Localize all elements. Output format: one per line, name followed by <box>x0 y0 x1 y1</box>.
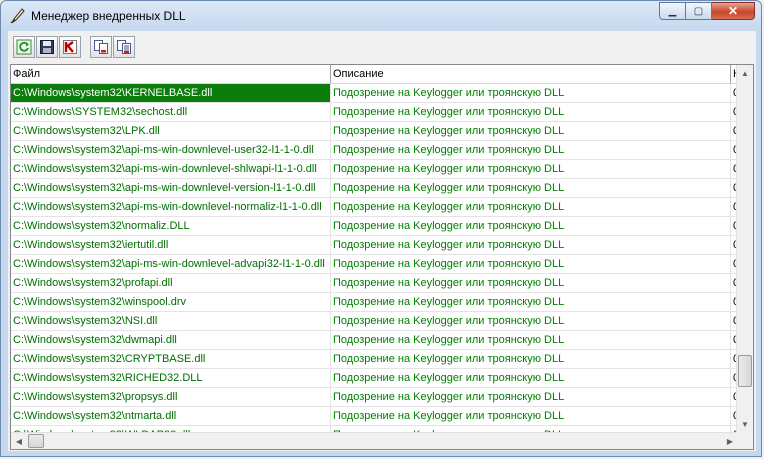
file-cell: C:\Windows\system32\RICHED32.DLL <box>11 369 331 387</box>
file-cell: C:\Windows\system32\iertutil.dll <box>11 236 331 254</box>
list-header: Файл Описание Н <box>11 65 738 84</box>
refresh-button[interactable] <box>13 36 35 58</box>
table-row[interactable]: C:\Windows\system32\api-ms-win-downlevel… <box>11 179 738 198</box>
file-cell: C:\Windows\system32\api-ms-win-downlevel… <box>11 198 331 216</box>
table-row[interactable]: C:\Windows\system32\LPK.dll Подозрение на… <box>11 122 738 141</box>
scroll-down-icon: ▼ <box>741 420 749 429</box>
horizontal-scroll-thumb[interactable] <box>28 434 44 448</box>
table-row[interactable]: C:\Windows\system32\api-ms-win-downlevel… <box>11 141 738 160</box>
table-row[interactable]: C:\Windows\system32\KERNELBASE.dll Подозр… <box>11 84 738 103</box>
maximize-button[interactable]: ▢ <box>686 2 712 20</box>
table-row[interactable]: C:\Windows\system32\CRYPTBASE.dll Подозре… <box>11 350 738 369</box>
table-row[interactable]: C:\Windows\system32\iertutil.dll Подозрен… <box>11 236 738 255</box>
file-cell: C:\Windows\system32\normaliz.DLL <box>11 217 331 235</box>
file-cell: C:\Windows\system32\api-ms-win-downlevel… <box>11 255 331 273</box>
description-cell: Подозрение на Keylogger или троянскую DL… <box>331 255 731 273</box>
table-row[interactable]: C:\Windows\system32\api-ms-win-downlevel… <box>11 255 738 274</box>
scroll-up-icon: ▲ <box>741 69 749 78</box>
save-button[interactable] <box>36 36 58 58</box>
description-cell: Подозрение на Keylogger или троянскую DL… <box>331 388 731 406</box>
scroll-up-button[interactable]: ▲ <box>737 65 753 82</box>
file-cell: C:\Windows\system32\NSI.dll <box>11 312 331 330</box>
description-cell: Подозрение на Keylogger или троянскую DL… <box>331 198 731 216</box>
kaspersky-icon <box>63 40 77 54</box>
file-cell: C:\Windows\system32\api-ms-win-downlevel… <box>11 141 331 159</box>
table-row[interactable]: C:\Windows\SYSTEM32\sechost.dll Подозрени… <box>11 103 738 122</box>
window-title: Менеджер внедренных DLL <box>31 9 186 23</box>
description-cell: Подозрение на Keylogger или троянскую DL… <box>331 274 731 292</box>
description-cell: Подозрение на Keylogger или троянскую DL… <box>331 217 731 235</box>
vertical-scroll-thumb[interactable] <box>738 355 752 387</box>
file-cell: C:\Windows\system32\winspool.drv <box>11 293 331 311</box>
file-cell: C:\Windows\system32\dwmapi.dll <box>11 331 331 349</box>
scroll-down-button[interactable]: ▼ <box>737 416 753 433</box>
table-row[interactable]: C:\Windows\system32\dwmapi.dll Подозрение… <box>11 331 738 350</box>
copy-all-icon <box>117 40 131 54</box>
horizontal-scrollbar[interactable]: ◀ ▶ <box>11 432 738 449</box>
dll-list[interactable]: Файл Описание Н C:\Windows\system32\KERN… <box>10 64 754 450</box>
client-area: Файл Описание Н C:\Windows\system32\KERN… <box>8 31 756 451</box>
table-row[interactable]: C:\Windows\system32\NSI.dll Подозрение на… <box>11 312 738 331</box>
close-icon: ✕ <box>727 4 739 18</box>
copy-all-button[interactable] <box>113 36 135 58</box>
description-cell: Подозрение на Keylogger или троянскую DL… <box>331 160 731 178</box>
list-rows: C:\Windows\system32\KERNELBASE.dll Подозр… <box>11 84 738 445</box>
description-cell: Подозрение на Keylogger или троянскую DL… <box>331 369 731 387</box>
copy-icon <box>94 40 108 54</box>
description-cell: Подозрение на Keylogger или троянскую DL… <box>331 293 731 311</box>
column-header-description[interactable]: Описание <box>331 65 731 83</box>
minimize-icon: ▁ <box>668 5 677 17</box>
file-cell: C:\Windows\system32\KERNELBASE.dll <box>11 84 331 102</box>
table-row[interactable]: C:\Windows\system32\profapi.dll Подозрени… <box>11 274 738 293</box>
table-row[interactable]: C:\Windows\system32\propsys.dll Подозрени… <box>11 388 738 407</box>
scroll-corner <box>736 432 753 449</box>
description-cell: Подозрение на Keylogger или троянскую DL… <box>331 122 731 140</box>
description-cell: Подозрение на Keylogger или троянскую DL… <box>331 331 731 349</box>
file-cell: C:\Windows\system32\api-ms-win-downlevel… <box>11 179 331 197</box>
description-cell: Подозрение на Keylogger или троянскую DL… <box>331 179 731 197</box>
refresh-icon <box>16 39 32 55</box>
minimize-button[interactable]: ▁ <box>659 2 686 20</box>
table-row[interactable]: C:\Windows\system32\api-ms-win-downlevel… <box>11 160 738 179</box>
file-cell: C:\Windows\system32\profapi.dll <box>11 274 331 292</box>
maximize-icon: ▢ <box>693 5 704 17</box>
file-cell: C:\Windows\system32\propsys.dll <box>11 388 331 406</box>
description-cell: Подозрение на Keylogger или троянскую DL… <box>331 236 731 254</box>
file-cell: C:\Windows\SYSTEM32\sechost.dll <box>11 103 331 121</box>
save-icon <box>40 40 54 54</box>
quill-pen-icon <box>10 8 25 24</box>
toolbar <box>13 36 136 60</box>
description-cell: Подозрение на Keylogger или троянскую DL… <box>331 350 731 368</box>
description-cell: Подозрение на Keylogger или троянскую DL… <box>331 84 731 102</box>
file-cell: C:\Windows\system32\LPK.dll <box>11 122 331 140</box>
description-cell: Подозрение на Keylogger или троянскую DL… <box>331 103 731 121</box>
copy-button[interactable] <box>90 36 112 58</box>
title-bar[interactable]: Менеджер внедренных DLL ▁ ▢ ✕ <box>1 1 761 31</box>
description-cell: Подозрение на Keylogger или троянскую DL… <box>331 312 731 330</box>
column-header-file[interactable]: Файл <box>11 65 331 83</box>
scroll-left-icon: ◀ <box>15 437 23 446</box>
table-row[interactable]: C:\Windows\system32\ntmarta.dll Подозрени… <box>11 407 738 426</box>
window-controls: ▁ ▢ ✕ <box>659 2 755 20</box>
vertical-scrollbar[interactable]: ▲ ▼ <box>736 65 753 433</box>
close-button[interactable]: ✕ <box>712 2 755 20</box>
table-row[interactable]: C:\Windows\system32\api-ms-win-downlevel… <box>11 198 738 217</box>
table-row[interactable]: C:\Windows\system32\winspool.drv Подозрен… <box>11 293 738 312</box>
description-cell: Подозрение на Keylogger или троянскую DL… <box>331 407 731 425</box>
file-cell: C:\Windows\system32\ntmarta.dll <box>11 407 331 425</box>
main-window: Менеджер внедренных DLL ▁ ▢ ✕ Файл Описа… <box>0 0 762 457</box>
scroll-left-button[interactable]: ◀ <box>11 433 27 449</box>
description-cell: Подозрение на Keylogger или троянскую DL… <box>331 141 731 159</box>
scroll-right-icon: ▶ <box>726 437 734 446</box>
table-row[interactable]: C:\Windows\system32\normaliz.DLL Подозрен… <box>11 217 738 236</box>
file-cell: C:\Windows\system32\api-ms-win-downlevel… <box>11 160 331 178</box>
kaspersky-button[interactable] <box>59 36 81 58</box>
file-cell: C:\Windows\system32\CRYPTBASE.dll <box>11 350 331 368</box>
table-row[interactable]: C:\Windows\system32\RICHED32.DLL Подозрен… <box>11 369 738 388</box>
